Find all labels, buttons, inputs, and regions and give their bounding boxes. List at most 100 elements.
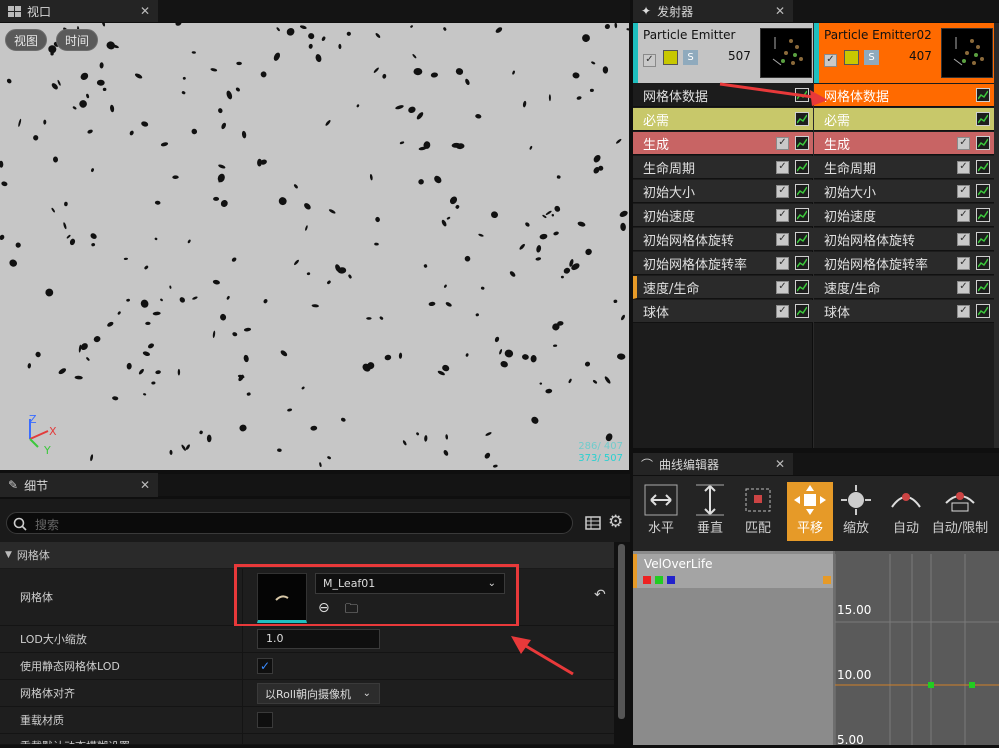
fit-match-button[interactable]: 匹配 (735, 482, 781, 540)
tab-viewport[interactable]: 视口 ✕ (0, 0, 158, 22)
module-row[interactable]: 初始网格体旋转 ✓ (633, 228, 813, 251)
reset-icon[interactable]: ↶ (594, 587, 606, 603)
pan-button[interactable]: 平移 (787, 482, 833, 540)
time-button[interactable]: 时间 (56, 29, 99, 51)
module-enable-checkbox[interactable]: ✓ (957, 136, 970, 150)
module-enable-checkbox[interactable]: ✓ (957, 304, 970, 318)
search-input[interactable]: 搜索 (6, 512, 573, 534)
module-row[interactable]: 速度/生命 ✓ (814, 276, 994, 299)
override-checkbox[interactable] (257, 712, 273, 728)
module-row[interactable]: 初始大小 ✓ (814, 180, 994, 203)
auto-button[interactable]: 自动 (883, 482, 929, 540)
module-row[interactable]: 必需 (814, 108, 994, 131)
emitter-color-icon[interactable] (844, 50, 859, 65)
fit-horizontal-button[interactable]: 水平 (638, 482, 684, 540)
curve-graph-icon[interactable] (976, 208, 990, 222)
scrollbar-thumb[interactable] (618, 544, 625, 719)
curve-graph-icon[interactable] (795, 136, 809, 150)
emitter-enable-checkbox[interactable]: ✓ (643, 51, 656, 67)
curve-graph-icon[interactable] (976, 112, 990, 126)
module-row[interactable]: 初始网格体旋转 ✓ (814, 228, 994, 251)
module-row[interactable]: 球体 ✓ (633, 300, 813, 323)
align-select[interactable]: 以Roll朝向摄像机 ⌄ (257, 683, 380, 704)
curve-graph-icon[interactable] (976, 136, 990, 150)
module-enable-checkbox[interactable]: ✓ (776, 160, 789, 174)
module-controls: ✓ (776, 136, 809, 150)
curve-graph-icon[interactable] (795, 232, 809, 246)
module-row[interactable]: 初始网格体旋转率 ✓ (814, 252, 994, 275)
auto-clamped-button[interactable]: 自动/限制 (928, 482, 992, 540)
module-row[interactable]: 生命周期 ✓ (814, 156, 994, 179)
curve-graph-icon[interactable] (795, 304, 809, 318)
curve-graph-icon[interactable] (976, 256, 990, 270)
module-enable-checkbox[interactable]: ✓ (957, 232, 970, 246)
tab-details[interactable]: ✎ 细节 ✕ (0, 473, 158, 497)
solo-icon[interactable]: S (683, 50, 698, 65)
curve-graph-icon[interactable] (976, 160, 990, 174)
table-view-icon[interactable] (585, 515, 601, 531)
gear-icon[interactable]: ⚙ (608, 512, 623, 532)
tab-emitters[interactable]: ✦ 发射器 ✕ (633, 0, 793, 22)
module-row[interactable]: 初始速度 ✓ (633, 204, 813, 227)
module-row[interactable]: 初始大小 ✓ (633, 180, 813, 203)
module-row[interactable]: 网格体数据 (814, 84, 994, 107)
module-enable-checkbox[interactable]: ✓ (957, 184, 970, 198)
module-row[interactable]: 生成 ✓ (814, 132, 994, 155)
module-controls: ✓ (957, 304, 990, 318)
close-icon[interactable]: ✕ (140, 4, 150, 18)
close-icon[interactable]: ✕ (775, 457, 785, 471)
view-button[interactable]: 视图 (5, 29, 48, 51)
details-scrollbar[interactable] (614, 542, 630, 745)
fit-vertical-button[interactable]: 垂直 (687, 482, 733, 540)
module-controls: ✓ (957, 232, 990, 246)
curve-graph-icon[interactable] (976, 88, 990, 102)
module-enable-checkbox[interactable]: ✓ (776, 280, 789, 294)
module-row[interactable]: 初始速度 ✓ (814, 204, 994, 227)
module-row[interactable]: 生命周期 ✓ (633, 156, 813, 179)
static-lod-checkbox[interactable]: ✓ (257, 658, 273, 674)
curve-graph-icon[interactable] (976, 280, 990, 294)
curve-graph-icon[interactable] (976, 184, 990, 198)
channel-green-icon[interactable] (655, 576, 663, 584)
module-enable-checkbox[interactable]: ✓ (776, 304, 789, 318)
curve-graph-icon[interactable] (795, 256, 809, 270)
emitter-header[interactable]: Particle Emitter ✓ S 507 (633, 23, 813, 83)
module-row[interactable]: 球体 ✓ (814, 300, 994, 323)
module-enable-checkbox[interactable]: ✓ (776, 232, 789, 246)
curve-color-icon[interactable] (823, 576, 831, 584)
track-item[interactable]: VelOverLife (633, 554, 833, 588)
module-row[interactable]: 初始网格体旋转率 ✓ (633, 252, 813, 275)
module-enable-checkbox[interactable]: ✓ (957, 160, 970, 174)
motion-blur-property-row: 重载默认动态模糊设置 (0, 734, 614, 745)
curve-graph-icon[interactable] (795, 112, 809, 126)
close-icon[interactable]: ✕ (140, 478, 150, 492)
curve-graph-icon[interactable] (795, 184, 809, 198)
module-row[interactable]: 必需 (633, 108, 813, 131)
module-row[interactable]: 速度/生命 ✓ (633, 276, 813, 299)
curve-graph-icon[interactable] (795, 208, 809, 222)
module-enable-checkbox[interactable]: ✓ (957, 280, 970, 294)
curve-graph-icon[interactable] (976, 304, 990, 318)
curve-graph-icon[interactable] (795, 280, 809, 294)
zoom-button[interactable]: 缩放 (833, 482, 879, 540)
tab-curve-editor[interactable]: ⌒ 曲线编辑器 ✕ (633, 453, 793, 475)
module-enable-checkbox[interactable]: ✓ (957, 256, 970, 270)
lod-input[interactable]: 1.0 (257, 629, 380, 649)
module-enable-checkbox[interactable]: ✓ (776, 136, 789, 150)
emitter-enable-checkbox[interactable]: ✓ (824, 51, 837, 67)
emitter-header[interactable]: Particle Emitter02 ✓ S 407 (814, 23, 994, 83)
channel-blue-icon[interactable] (667, 576, 675, 584)
close-icon[interactable]: ✕ (775, 4, 785, 18)
module-enable-checkbox[interactable]: ✓ (776, 184, 789, 198)
module-enable-checkbox[interactable]: ✓ (957, 208, 970, 222)
channel-red-icon[interactable] (643, 576, 651, 584)
solo-icon[interactable]: S (864, 50, 879, 65)
module-row[interactable]: 生成 ✓ (633, 132, 813, 155)
module-enable-checkbox[interactable]: ✓ (776, 208, 789, 222)
curve-graph[interactable]: 15.00 10.00 5.00 (834, 551, 999, 747)
emitter-color-icon[interactable] (663, 50, 678, 65)
viewport-canvas[interactable]: 视图 时间 Z X Y 286/ 407 373/ 507 (0, 23, 629, 470)
curve-graph-icon[interactable] (795, 160, 809, 174)
curve-graph-icon[interactable] (976, 232, 990, 246)
module-enable-checkbox[interactable]: ✓ (776, 256, 789, 270)
